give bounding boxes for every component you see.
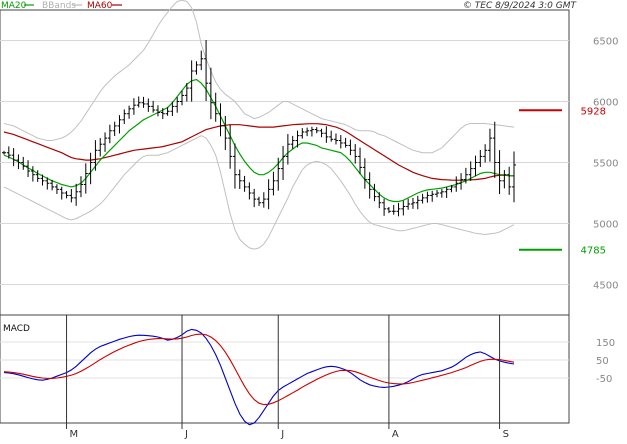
price-tick-label: 4500 bbox=[593, 281, 618, 292]
copyright-label: © TEC 8/9/2024 3:0 GMT bbox=[463, 1, 578, 11]
price-tick-label: 5500 bbox=[593, 159, 618, 170]
x-tick-label: J bbox=[184, 429, 188, 440]
legend: MA20 BBands MA60 bbox=[1, 1, 122, 11]
chart-canvas: MA20 BBands MA60 © TEC 8/9/2024 3:0 GMT … bbox=[0, 0, 618, 440]
level-label: 4785 bbox=[581, 246, 606, 257]
macd-title: MACD bbox=[3, 324, 30, 334]
x-tick-label: S bbox=[503, 429, 509, 440]
x-tick-label: M bbox=[70, 429, 79, 440]
legend-ma60-label: MA60 bbox=[87, 1, 113, 11]
x-tick-label: A bbox=[392, 429, 399, 440]
chart-root: MA20 BBands MA60 © TEC 8/9/2024 3:0 GMT … bbox=[0, 0, 627, 440]
legend-bbands-label: BBands bbox=[42, 1, 76, 11]
macd-tick-label: 50 bbox=[596, 356, 609, 367]
macd-tick-label: -50 bbox=[596, 374, 612, 385]
price-tick-label: 6000 bbox=[593, 98, 618, 109]
legend-ma20-label: MA20 bbox=[1, 1, 27, 11]
macd-y-ticks: 150 50 -50 bbox=[596, 338, 615, 385]
price-tick-label: 6500 bbox=[593, 37, 618, 48]
x-tick-label: J bbox=[280, 429, 284, 440]
price-tick-label: 5000 bbox=[593, 220, 618, 231]
macd-tick-label: 150 bbox=[596, 338, 615, 349]
